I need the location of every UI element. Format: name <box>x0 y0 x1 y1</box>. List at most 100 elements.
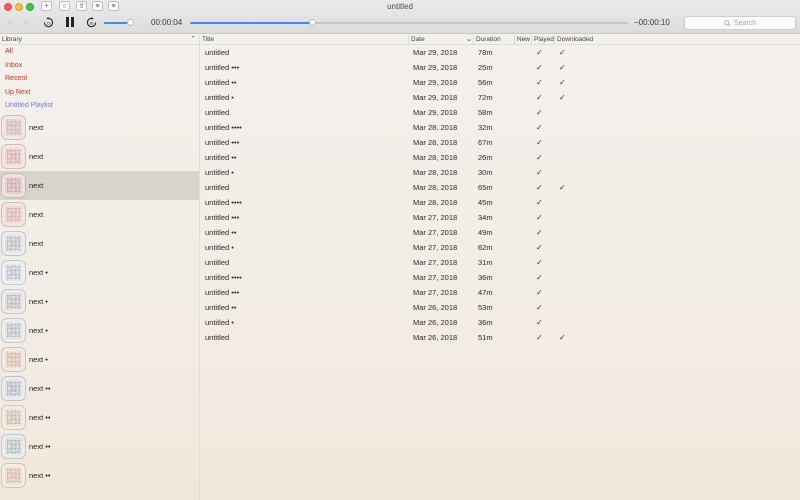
podcast-item[interactable]: next •• <box>0 461 199 490</box>
cell-date: Mar 27, 2018 <box>413 288 458 297</box>
skip-forward-icon[interactable]: 30 <box>85 16 97 28</box>
sidebar-item-up-next[interactable]: Up Next <box>0 86 199 100</box>
podcast-item[interactable]: next <box>0 229 199 258</box>
table-row[interactable]: untitled Mar 29, 2018 78m ✓ ✓ <box>201 45 800 60</box>
forward-arrow-icon[interactable]: › <box>24 17 27 27</box>
cell-played: ✓ <box>536 108 543 117</box>
table-row[interactable]: untitled •••• Mar 27, 2018 36m ✓ <box>201 270 800 285</box>
sidebar-item-recent[interactable]: Recent <box>0 72 199 86</box>
table-row[interactable]: untitled •• Mar 26, 2018 53m ✓ <box>201 300 800 315</box>
back-arrow-icon[interactable]: ‹ <box>8 17 11 27</box>
podcast-item[interactable]: next <box>0 170 199 200</box>
podcast-item[interactable]: next <box>0 142 199 171</box>
table-row[interactable]: untitled Mar 26, 2018 51m ✓ ✓ <box>201 330 800 345</box>
cell-date: Mar 29, 2018 <box>413 63 458 72</box>
cell-title: untitled <box>205 48 230 57</box>
cell-title: untitled <box>205 183 230 192</box>
column-header-title[interactable]: Title <box>202 35 214 45</box>
progress-knob[interactable] <box>308 19 316 26</box>
table-row[interactable]: untitled • Mar 27, 2018 62m ✓ <box>201 240 800 255</box>
table-row[interactable]: untitled •••• Mar 28, 2018 45m ✓ <box>201 195 800 210</box>
library-list: All Inbox Recent Up Next Untitled Playlist <box>0 45 199 113</box>
cell-played: ✓ <box>536 198 543 207</box>
cell-title: untitled • <box>205 168 234 177</box>
table-row[interactable]: untitled Mar 28, 2018 65m ✓ ✓ <box>201 180 800 195</box>
table-row[interactable]: untitled •• Mar 28, 2018 26m ✓ <box>201 150 800 165</box>
cell-played: ✓ <box>536 273 543 282</box>
podcast-item[interactable]: next • <box>0 316 199 345</box>
table-row[interactable]: untitled Mar 27, 2018 31m ✓ <box>201 255 800 270</box>
progress-slider[interactable] <box>190 19 628 26</box>
cell-date: Mar 26, 2018 <box>413 303 458 312</box>
podcast-label: next • <box>29 354 48 364</box>
podcast-artwork <box>1 462 26 488</box>
cell-title: untitled •• <box>205 303 237 312</box>
podcast-artwork <box>1 288 26 314</box>
library-header-label: Library <box>2 36 22 43</box>
column-header-played[interactable]: Played <box>531 35 554 45</box>
column-header-duration[interactable]: Duration <box>473 35 501 45</box>
column-header-new[interactable]: New <box>514 35 530 45</box>
podcast-label: next •• <box>29 412 51 422</box>
cell-duration: 78m <box>478 48 493 57</box>
window-title: untitled <box>387 2 413 11</box>
cell-duration: 32m <box>478 123 493 132</box>
table-row[interactable]: untitled Mar 29, 2018 58m ✓ <box>201 105 800 120</box>
cell-date: Mar 27, 2018 <box>413 228 458 237</box>
cell-date: Mar 29, 2018 <box>413 108 458 117</box>
search-input[interactable]: Search <box>684 16 796 30</box>
podcast-label: next •• <box>29 441 51 451</box>
table-row[interactable]: untitled •••• Mar 28, 2018 32m ✓ <box>201 120 800 135</box>
podcast-item[interactable]: next •• <box>0 432 199 461</box>
sidebar-item-all[interactable]: All <box>0 45 199 59</box>
podcast-artwork <box>1 143 26 169</box>
podcast-label: next <box>29 238 44 248</box>
volume-slider[interactable] <box>104 19 134 26</box>
table-row[interactable]: untitled • Mar 28, 2018 30m ✓ <box>201 165 800 180</box>
sidebar-item-untitled-playlist[interactable]: Untitled Playlist <box>0 99 199 113</box>
cell-played: ✓ <box>536 168 543 177</box>
cell-title: untitled ••• <box>205 138 240 147</box>
toolbar: + ○ ⇪ ≡ ≡ untitled ‹ › 15 30 00:00:04 −0… <box>0 0 800 34</box>
podcast-item[interactable]: next • <box>0 258 199 287</box>
cell-title: untitled ••• <box>205 63 240 72</box>
podcast-item[interactable]: next • <box>0 287 199 316</box>
podcast-label: next • <box>29 267 48 277</box>
cell-title: untitled •• <box>205 228 237 237</box>
podcast-placeholder-icon <box>6 120 21 135</box>
table-row[interactable]: untitled • Mar 26, 2018 36m ✓ <box>201 315 800 330</box>
library-header[interactable]: Library ⌃ <box>0 35 199 45</box>
cell-played: ✓ <box>536 78 543 87</box>
podcast-artwork <box>1 404 26 430</box>
podcast-item[interactable]: next •• <box>0 403 199 432</box>
cell-date: Mar 27, 2018 <box>413 243 458 252</box>
podcast-artwork <box>1 172 26 198</box>
cell-title: untitled • <box>205 318 234 327</box>
table-row[interactable]: untitled •• Mar 27, 2018 49m ✓ <box>201 225 800 240</box>
column-header-date[interactable]: Date ⌄ <box>408 35 474 45</box>
podcast-placeholder-icon <box>6 236 21 251</box>
podcast-artwork <box>1 230 26 256</box>
podcast-item[interactable]: next <box>0 113 199 142</box>
table-row[interactable]: untitled ••• Mar 28, 2018 67m ✓ <box>201 135 800 150</box>
table-row[interactable]: untitled ••• Mar 27, 2018 34m ✓ <box>201 210 800 225</box>
chevron-up-icon[interactable]: ⌃ <box>190 35 196 45</box>
podcast-item[interactable]: next <box>0 200 199 229</box>
table-row[interactable]: untitled •• Mar 29, 2018 56m ✓ ✓ <box>201 75 800 90</box>
table-row[interactable]: untitled ••• Mar 27, 2018 47m ✓ <box>201 285 800 300</box>
cell-played: ✓ <box>536 183 543 192</box>
podcast-item[interactable]: next • <box>0 345 199 374</box>
podcast-item[interactable]: next •• <box>0 374 199 403</box>
cell-played: ✓ <box>536 138 543 147</box>
table-row[interactable]: untitled • Mar 29, 2018 72m ✓ ✓ <box>201 90 800 105</box>
sidebar-item-inbox[interactable]: Inbox <box>0 59 199 73</box>
podcast-label: next •• <box>29 470 51 480</box>
skip-back-icon[interactable]: 15 <box>42 16 54 28</box>
column-header-downloaded[interactable]: Downloaded <box>554 35 593 45</box>
pause-icon[interactable] <box>64 16 76 28</box>
cell-date: Mar 28, 2018 <box>413 198 458 207</box>
table-row[interactable]: untitled ••• Mar 29, 2018 25m ✓ ✓ <box>201 60 800 75</box>
cell-played: ✓ <box>536 303 543 312</box>
volume-knob[interactable] <box>127 19 134 26</box>
podcast-artwork <box>1 201 26 227</box>
